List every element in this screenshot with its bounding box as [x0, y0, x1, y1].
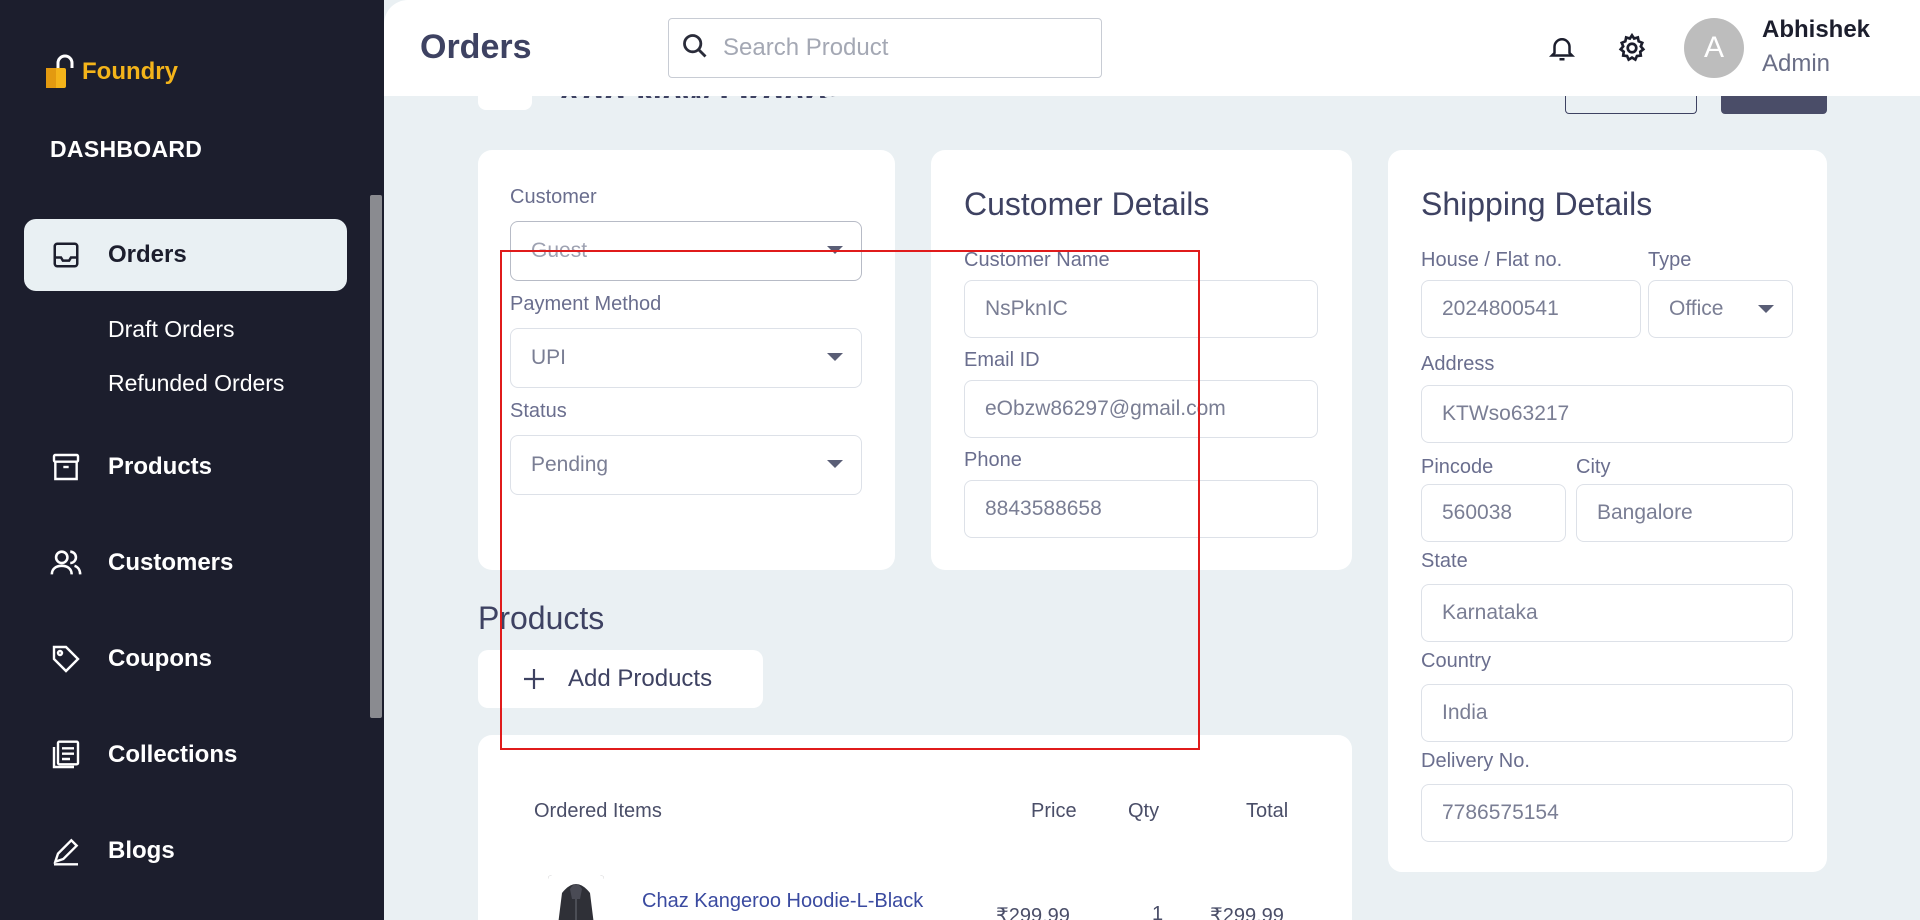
house-field[interactable]: 2024800541 — [1421, 280, 1641, 338]
state-label: State — [1421, 550, 1468, 572]
add-products-label: Add Products — [568, 665, 713, 692]
sidebar-item-label: Orders — [108, 241, 187, 268]
type-select[interactable]: Office — [1648, 280, 1793, 338]
sidebar-scrollbar[interactable] — [370, 195, 382, 718]
column-header-price: Price — [1031, 800, 1077, 822]
phone-label: Phone — [964, 449, 1022, 471]
country-field[interactable]: India — [1421, 684, 1793, 742]
brand-name: Foundry — [82, 58, 178, 85]
chevron-down-icon — [827, 353, 843, 361]
product-qty: 1 — [1152, 903, 1164, 920]
users-icon — [48, 545, 84, 581]
sidebar-item-label: Products — [108, 453, 213, 480]
delivery-field[interactable]: 7786575154 — [1421, 784, 1793, 842]
email-field[interactable]: eObzw86297@gmail.com — [964, 380, 1318, 438]
state-field[interactable]: Karnataka — [1421, 584, 1793, 642]
user-name: Abhishek — [1762, 16, 1871, 43]
status-select[interactable]: Pending — [510, 435, 862, 495]
search-box[interactable] — [668, 18, 1102, 78]
plus-icon — [522, 667, 546, 691]
customer-name-label: Customer Name — [964, 249, 1110, 271]
product-total: ₹299.99 — [1210, 905, 1284, 920]
sidebar-subitem-refunded-orders[interactable]: Refunded Orders — [108, 370, 284, 397]
column-header-items: Ordered Items — [534, 800, 662, 822]
inbox-icon — [48, 237, 84, 273]
secondary-action-button[interactable] — [1565, 96, 1697, 114]
status-value: Pending — [531, 453, 609, 476]
add-products-button[interactable]: Add Products — [478, 650, 763, 708]
address-label: Address — [1421, 353, 1495, 375]
status-label: Status — [510, 400, 567, 422]
address-field[interactable]: KTWso63217 — [1421, 385, 1793, 443]
sidebar-item-label: Collections — [108, 741, 238, 768]
dashboard-title: DASHBOARD — [50, 136, 203, 162]
column-header-qty: Qty — [1128, 800, 1160, 822]
sidebar-item-label: Customers — [108, 549, 234, 576]
customer-name-field[interactable]: NsPknIC — [964, 280, 1318, 338]
payment-method-value: UPI — [531, 346, 567, 369]
pincode-label: Pincode — [1421, 456, 1494, 478]
type-label: Type — [1648, 249, 1692, 271]
column-header-total: Total — [1246, 800, 1289, 822]
phone-field[interactable]: 8843588658 — [964, 480, 1318, 538]
edit-icon — [48, 833, 84, 869]
product-thumbnail — [548, 875, 604, 920]
country-label: Country — [1421, 650, 1492, 672]
customer-label: Customer — [510, 186, 597, 208]
city-field[interactable]: Bangalore — [1576, 484, 1793, 542]
archive-icon — [48, 449, 84, 485]
delivery-label: Delivery No. — [1421, 750, 1530, 772]
sidebar-item-label: Blogs — [108, 837, 175, 864]
chevron-down-icon — [827, 460, 843, 468]
top-header: Orders A Abhishek Admin — [384, 0, 1920, 96]
search-icon — [681, 32, 709, 65]
lock-logo-icon — [44, 54, 78, 90]
payment-method-label: Payment Method — [510, 293, 662, 315]
sidebar-item-orders[interactable]: Orders — [24, 219, 347, 291]
primary-action-button[interactable] — [1721, 96, 1827, 114]
brand-logo[interactable]: Foundry — [44, 54, 178, 90]
avatar[interactable]: A — [1684, 18, 1744, 78]
type-value: Office — [1669, 297, 1724, 320]
collections-icon — [48, 737, 84, 773]
tag-icon — [48, 641, 84, 677]
gear-icon[interactable] — [1614, 30, 1650, 66]
customer-select[interactable]: Guest — [510, 221, 862, 281]
chevron-down-icon — [1758, 305, 1774, 313]
sidebar-subitem-draft-orders[interactable]: Draft Orders — [108, 316, 235, 343]
house-label: House / Flat no. — [1421, 249, 1563, 271]
payment-method-select[interactable]: UPI — [510, 328, 862, 388]
email-label: Email ID — [964, 349, 1040, 371]
sidebar-item-customers[interactable]: Customers — [24, 527, 347, 599]
product-price: ₹299.99 — [996, 905, 1070, 920]
sidebar-item-label: Coupons — [108, 645, 212, 672]
search-input[interactable] — [723, 34, 1083, 62]
chevron-down-icon — [827, 246, 843, 254]
customer-select-value: Guest — [531, 239, 588, 262]
user-role: Admin — [1762, 50, 1831, 77]
pincode-field[interactable]: 560038 — [1421, 484, 1566, 542]
sidebar-item-coupons[interactable]: Coupons — [24, 623, 347, 695]
city-label: City — [1576, 456, 1611, 478]
page-title: Orders — [420, 28, 532, 66]
sidebar-item-products[interactable]: Products — [24, 431, 347, 503]
products-section-title: Products — [478, 600, 605, 636]
product-link[interactable]: Chaz Kangeroo Hoodie-L-Black — [642, 890, 923, 913]
sidebar-item-collections[interactable]: Collections — [24, 719, 347, 791]
shipping-details-title: Shipping Details — [1421, 186, 1653, 222]
bell-icon[interactable] — [1544, 30, 1580, 66]
customer-details-title: Customer Details — [964, 186, 1210, 222]
sidebar-item-blogs[interactable]: Blogs — [24, 815, 347, 887]
sidebar: Foundry DASHBOARD Orders Draft Orders Re… — [0, 0, 384, 920]
